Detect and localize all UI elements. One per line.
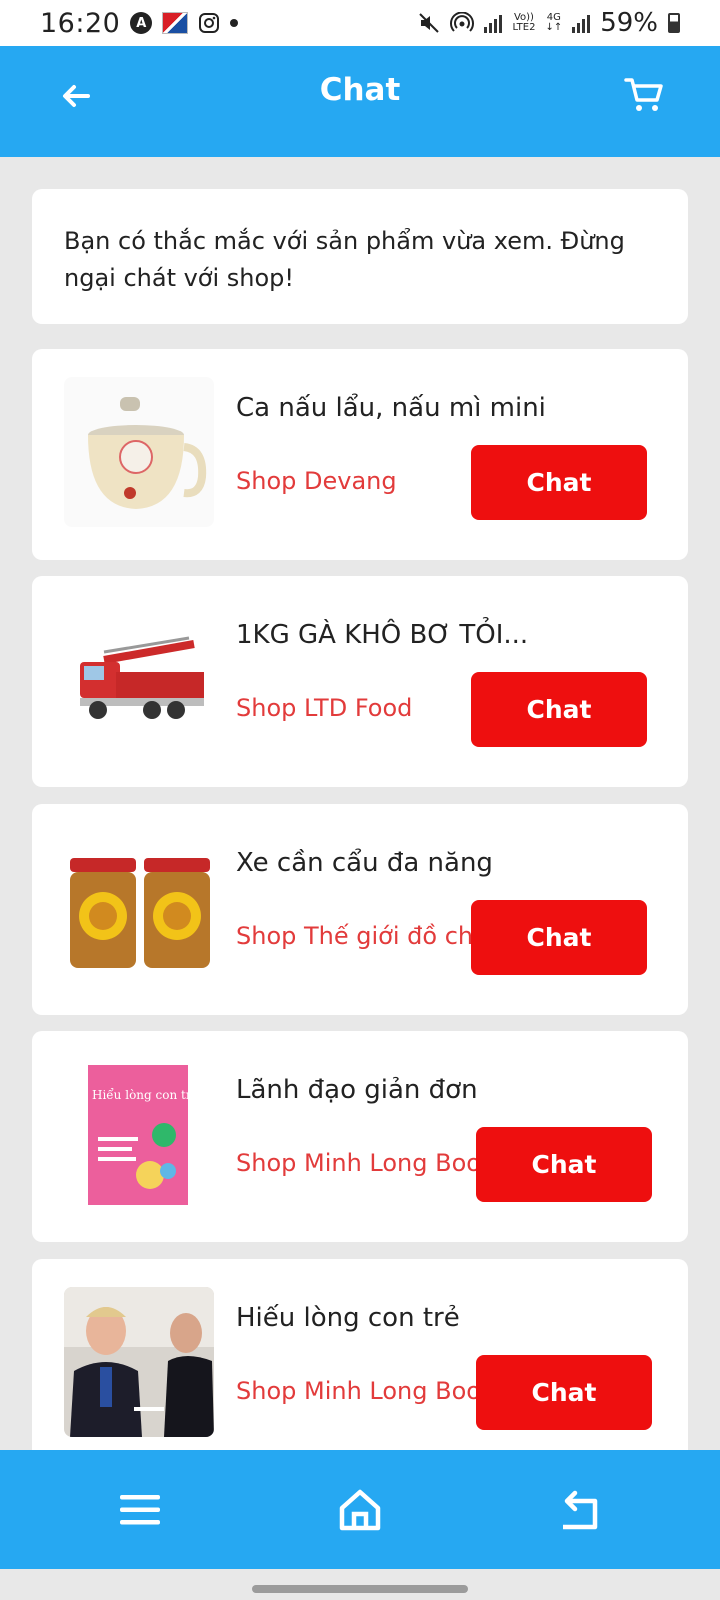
status-bar: 16:20 A Vo)) LTE2 4G ↓↑ 59% [0, 0, 720, 46]
cart-icon [624, 78, 663, 111]
page-title: Chat [319, 72, 401, 108]
menu-icon [120, 1495, 160, 1525]
product-name: 1KG GÀ KHÔ BƠ TỎI... [236, 620, 529, 650]
chat-button[interactable]: Chat [476, 1127, 652, 1202]
chat-button[interactable]: Chat [471, 445, 647, 520]
product-name: Xe cần cẩu đa năng [236, 848, 493, 878]
electric-pot-image [64, 377, 214, 527]
product-name: Lãnh đạo giản đơn [236, 1075, 478, 1105]
product-name: Ca nấu lẩu, nấu mì mini [236, 393, 546, 423]
battery-icon [668, 13, 680, 33]
shop-name[interactable]: Shop Thế giới đồ chơi [236, 922, 482, 950]
product-card[interactable]: Hiểu lòng con trẻ Lãnh đạo giản đơn Shop… [32, 1031, 688, 1242]
book-cover-text: Hiểu lòng con trẻ [92, 1087, 199, 1102]
a-circle-icon: A [130, 12, 153, 34]
chat-list: Bạn có thắc mắc với sản phẩm vừa xem. Đừ… [0, 157, 720, 1450]
dot-icon [230, 19, 239, 27]
return-icon [563, 1490, 598, 1530]
battery-percent: 59% [600, 8, 658, 38]
volte-label: Vo)) LTE2 [512, 12, 536, 33]
notice-card: Bạn có thắc mắc với sản phẩm vừa xem. Đừ… [32, 189, 688, 324]
dinner-photo-image [64, 1287, 214, 1437]
return-button[interactable] [550, 1480, 610, 1540]
cart-button[interactable] [624, 76, 672, 120]
shop-name[interactable]: Shop Minh Long Book [236, 1377, 482, 1405]
signal-icon [484, 13, 503, 33]
home-icon [339, 1489, 381, 1531]
chat-button[interactable]: Chat [471, 900, 647, 975]
book-cover-image: Hiểu lòng con trẻ [64, 1059, 214, 1209]
app-header: Chat [0, 46, 720, 157]
home-button[interactable] [330, 1480, 390, 1540]
hotspot-icon [450, 12, 475, 34]
gesture-bar[interactable] [252, 1585, 468, 1593]
fire-truck-toy-image [64, 604, 214, 754]
chat-button[interactable]: Chat [476, 1355, 652, 1430]
product-name: Hiếu lòng con trẻ [236, 1303, 460, 1333]
instagram-icon [198, 12, 220, 34]
product-card[interactable]: Hiếu lòng con trẻ Shop Minh Long Book Ch… [32, 1259, 688, 1450]
shop-name[interactable]: Shop Devang [236, 467, 482, 495]
mute-icon [418, 12, 440, 34]
chat-button[interactable]: Chat [471, 672, 647, 747]
product-card[interactable]: Xe cần cẩu đa năng Shop Thế giới đồ chơi… [32, 804, 688, 1015]
signal-icon-2 [572, 13, 591, 33]
menu-button[interactable] [110, 1480, 170, 1540]
product-card[interactable]: 1KG GÀ KHÔ BƠ TỎI... Shop LTD Food Chat [32, 576, 688, 787]
network-type-label: 4G ↓↑ [545, 12, 563, 33]
shop-name[interactable]: Shop Minh Long Book [236, 1149, 482, 1177]
shop-name[interactable]: Shop LTD Food [236, 694, 482, 722]
product-card[interactable]: Ca nấu lẩu, nấu mì mini Shop Devang Chat [32, 349, 688, 560]
bottom-nav [0, 1450, 720, 1569]
vietnam-app-icon [162, 12, 189, 34]
dried-chicken-jars-image [64, 832, 214, 982]
status-time: 16:20 [40, 7, 121, 39]
